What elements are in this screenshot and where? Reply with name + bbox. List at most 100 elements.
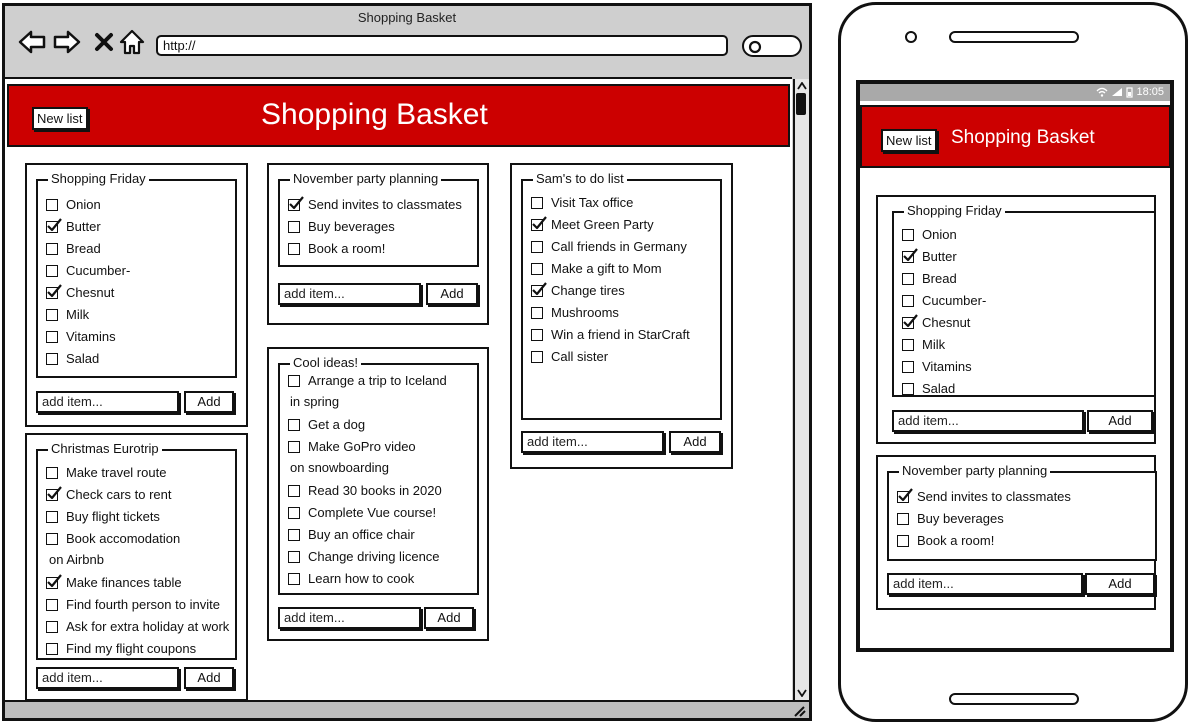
- checkbox[interactable]: [46, 533, 58, 545]
- list-item[interactable]: Vitamins: [46, 329, 116, 345]
- list-item[interactable]: Cucumber-: [902, 293, 986, 309]
- list-item[interactable]: Bread: [46, 241, 101, 257]
- back-arrow-icon[interactable]: [17, 28, 47, 56]
- list-item[interactable]: Vitamins: [902, 359, 972, 375]
- list-item[interactable]: Call sister: [531, 349, 608, 365]
- add-item-input[interactable]: add item...: [36, 667, 179, 689]
- checkbox[interactable]: [902, 273, 914, 285]
- list-item[interactable]: Change driving licence: [288, 549, 440, 565]
- checkbox[interactable]: [531, 197, 543, 209]
- checkbox[interactable]: [288, 375, 300, 387]
- list-item[interactable]: Ask for extra holiday at work: [46, 619, 229, 635]
- list-item[interactable]: Find fourth person to invite: [46, 597, 220, 613]
- checkbox[interactable]: [46, 265, 58, 277]
- list-item[interactable]: Meet Green Party: [531, 216, 654, 233]
- list-item[interactable]: Onion: [46, 197, 101, 213]
- list-item[interactable]: Book a room!: [288, 241, 385, 257]
- checkbox[interactable]: [46, 574, 62, 589]
- list-item[interactable]: Change tires: [531, 282, 625, 299]
- add-item-input[interactable]: add item...: [278, 283, 421, 305]
- checkbox[interactable]: [288, 419, 300, 431]
- checkbox[interactable]: [531, 282, 547, 297]
- list-item[interactable]: Buy beverages: [288, 219, 395, 235]
- add-item-input[interactable]: add item...: [278, 607, 421, 629]
- checkbox[interactable]: [288, 529, 300, 541]
- list-item[interactable]: Call friends in Germany: [531, 239, 687, 255]
- checkbox[interactable]: [897, 535, 909, 547]
- add-button[interactable]: Add: [669, 431, 721, 453]
- add-button[interactable]: Add: [184, 667, 234, 689]
- checkbox[interactable]: [902, 383, 914, 395]
- list-item[interactable]: Make travel route: [46, 465, 166, 481]
- checkbox[interactable]: [46, 511, 58, 523]
- list-item[interactable]: Onion: [902, 227, 957, 243]
- checkbox[interactable]: [902, 339, 914, 351]
- checkbox[interactable]: [288, 441, 300, 453]
- add-button[interactable]: Add: [1085, 573, 1155, 595]
- checkbox[interactable]: [46, 621, 58, 633]
- add-item-input[interactable]: add item...: [36, 391, 179, 413]
- checkbox[interactable]: [46, 643, 58, 655]
- checkbox[interactable]: [46, 486, 62, 501]
- add-item-input[interactable]: add item...: [887, 573, 1083, 595]
- checkbox[interactable]: [288, 485, 300, 497]
- list-item[interactable]: Mushrooms: [531, 305, 619, 321]
- list-item[interactable]: Salad: [902, 381, 955, 397]
- list-item[interactable]: Book a room!: [897, 533, 994, 549]
- list-item[interactable]: Book accomodation: [46, 531, 180, 547]
- url-input[interactable]: http://: [156, 35, 728, 56]
- checkbox[interactable]: [531, 216, 547, 231]
- checkbox[interactable]: [288, 221, 300, 233]
- checkbox[interactable]: [897, 513, 909, 525]
- checkbox[interactable]: [902, 248, 918, 263]
- add-button[interactable]: Add: [426, 283, 478, 305]
- list-item[interactable]: Send invites to classmates: [897, 488, 1071, 505]
- list-item[interactable]: Complete Vue course!: [288, 505, 436, 521]
- list-item[interactable]: Find my flight coupons: [46, 641, 196, 657]
- list-item[interactable]: Buy beverages: [897, 511, 1004, 527]
- forward-arrow-icon[interactable]: [52, 28, 82, 56]
- list-item[interactable]: Chesnut: [46, 284, 114, 301]
- checkbox[interactable]: [531, 263, 543, 275]
- checkbox[interactable]: [897, 488, 913, 503]
- checkbox[interactable]: [46, 284, 62, 299]
- new-list-button[interactable]: New list: [881, 129, 937, 152]
- list-item[interactable]: Arrange a trip to Iceland: [288, 373, 447, 389]
- list-item[interactable]: Butter: [46, 218, 101, 235]
- list-item[interactable]: Check cars to rent: [46, 486, 172, 503]
- add-button[interactable]: Add: [1087, 410, 1153, 432]
- list-item[interactable]: Read 30 books in 2020: [288, 483, 442, 499]
- scroll-down-arrow-icon[interactable]: [796, 688, 808, 698]
- stop-x-icon[interactable]: [89, 28, 119, 56]
- checkbox[interactable]: [288, 507, 300, 519]
- list-item[interactable]: Learn how to cook: [288, 571, 414, 587]
- list-item[interactable]: Make a gift to Mom: [531, 261, 662, 277]
- checkbox[interactable]: [902, 361, 914, 373]
- list-item[interactable]: Make finances table: [46, 574, 182, 591]
- checkbox[interactable]: [46, 331, 58, 343]
- checkbox[interactable]: [46, 599, 58, 611]
- checkbox[interactable]: [46, 353, 58, 365]
- checkbox[interactable]: [46, 218, 62, 233]
- list-item[interactable]: Chesnut: [902, 314, 970, 331]
- browser-search-field[interactable]: [742, 35, 802, 57]
- checkbox[interactable]: [288, 243, 300, 255]
- new-list-button[interactable]: New list: [32, 107, 88, 130]
- checkbox[interactable]: [531, 307, 543, 319]
- scroll-up-arrow-icon[interactable]: [796, 81, 808, 91]
- add-item-input[interactable]: add item...: [521, 431, 664, 453]
- phone-home-button[interactable]: [949, 693, 1079, 705]
- list-item[interactable]: Visit Tax office: [531, 195, 633, 211]
- checkbox[interactable]: [46, 309, 58, 321]
- list-item[interactable]: Make GoPro video: [288, 439, 416, 455]
- checkbox[interactable]: [531, 329, 543, 341]
- add-button[interactable]: Add: [184, 391, 234, 413]
- checkbox[interactable]: [902, 295, 914, 307]
- list-item[interactable]: Bread: [902, 271, 957, 287]
- list-item[interactable]: Send invites to classmates: [288, 196, 462, 213]
- list-item[interactable]: Butter: [902, 248, 957, 265]
- checkbox[interactable]: [46, 243, 58, 255]
- list-item[interactable]: Salad: [46, 351, 99, 367]
- list-item[interactable]: Buy an office chair: [288, 527, 415, 543]
- list-item[interactable]: Milk: [46, 307, 89, 323]
